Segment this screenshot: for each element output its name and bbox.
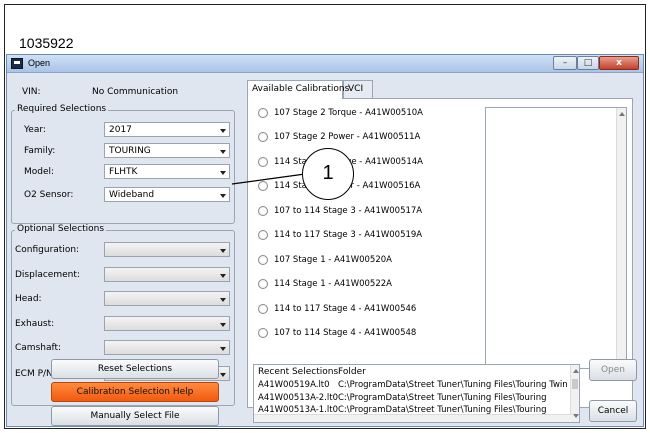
callout-marker: 1 <box>302 148 354 200</box>
tab-available-calibrations[interactable]: Available Calibrations <box>247 80 349 99</box>
callout-leader-line <box>231 173 306 185</box>
